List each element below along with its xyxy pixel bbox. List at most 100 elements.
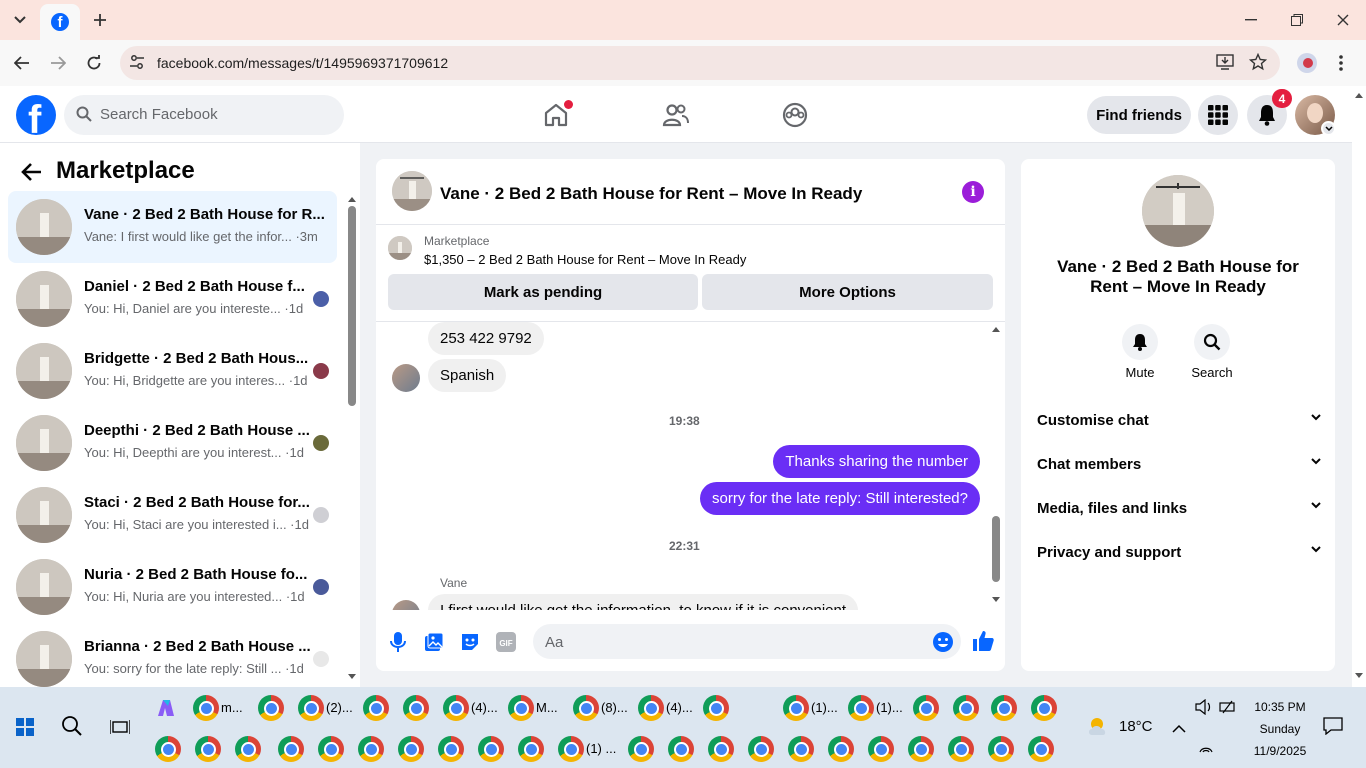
- battery-icon[interactable]: [1219, 700, 1237, 717]
- weather-icon[interactable]: [1086, 715, 1112, 742]
- chrome-window-icon[interactable]: [638, 695, 664, 721]
- chrome-window-icon[interactable]: [708, 736, 734, 762]
- message-bubble-incoming[interactable]: 253 422 9792: [428, 322, 544, 355]
- chrome-window-icon[interactable]: [1031, 695, 1057, 721]
- conversation-item[interactable]: Deepthi · 2 Bed 2 Bath House ... You: Hi,…: [8, 407, 337, 479]
- chrome-window-icon[interactable]: [1028, 736, 1054, 762]
- browser-menu-icon[interactable]: [1338, 54, 1344, 75]
- chrome-window-icon[interactable]: [298, 695, 324, 721]
- sticker-button[interactable]: [459, 631, 481, 653]
- chat-scrollbar[interactable]: [991, 322, 1001, 608]
- task-view-icon[interactable]: [109, 718, 131, 739]
- attach-photo-button[interactable]: [423, 631, 445, 653]
- copilot-icon[interactable]: [154, 696, 178, 723]
- chrome-window-icon[interactable]: [363, 695, 389, 721]
- new-tab-button[interactable]: [88, 8, 112, 32]
- chrome-window-icon[interactable]: [518, 736, 544, 762]
- message-bubble-incoming[interactable]: I first would like get the information, …: [428, 594, 859, 610]
- marketplace-listing-thumbnail[interactable]: [388, 236, 412, 260]
- chrome-window-icon[interactable]: [953, 695, 979, 721]
- conversation-item[interactable]: Brianna · 2 Bed 2 Bath House ... You: sor…: [8, 623, 337, 695]
- chrome-window-icon[interactable]: [573, 695, 599, 721]
- restore-button[interactable]: [1274, 0, 1320, 40]
- reload-button[interactable]: [82, 51, 106, 75]
- chrome-window-icon[interactable]: [193, 695, 219, 721]
- chrome-window-icon[interactable]: [703, 695, 729, 721]
- chrome-window-icon[interactable]: [991, 695, 1017, 721]
- url-text[interactable]: facebook.com/messages/t/1495969371709612: [157, 55, 448, 71]
- tab-search-dropdown[interactable]: [8, 8, 32, 32]
- chrome-window-icon[interactable]: [668, 736, 694, 762]
- message-bubble-outgoing[interactable]: sorry for the late reply: Still interest…: [700, 482, 980, 515]
- chrome-window-icon[interactable]: [443, 695, 469, 721]
- message-bubble-outgoing[interactable]: Thanks sharing the number: [773, 445, 980, 478]
- weather-temperature[interactable]: 18°C: [1119, 718, 1153, 735]
- back-arrow-icon[interactable]: [20, 160, 44, 184]
- chrome-window-icon[interactable]: [848, 695, 874, 721]
- sender-avatar[interactable]: [392, 600, 420, 610]
- system-clock[interactable]: 10:35 PM Sunday 11/9/2025: [1240, 696, 1320, 762]
- chat-listing-thumbnail[interactable]: [392, 171, 432, 211]
- chrome-window-icon[interactable]: [783, 695, 809, 721]
- notification-center-icon[interactable]: [1323, 717, 1343, 738]
- chrome-window-icon[interactable]: [478, 736, 504, 762]
- chrome-window-icon[interactable]: [358, 736, 384, 762]
- menu-button[interactable]: [1198, 95, 1238, 135]
- nav-groups[interactable]: [778, 98, 812, 132]
- site-info-icon[interactable]: [128, 53, 146, 74]
- media-files-links-section[interactable]: Media, files and links: [1037, 500, 1321, 517]
- listing-title[interactable]: $1,350 – 2 Bed 2 Bath House for Rent – M…: [424, 252, 746, 267]
- gif-button[interactable]: GIF: [495, 631, 517, 653]
- chrome-window-icon[interactable]: [258, 695, 284, 721]
- browser-tab-facebook[interactable]: f: [40, 4, 80, 40]
- forward-button[interactable]: [46, 51, 70, 75]
- privacy-support-section[interactable]: Privacy and support: [1037, 544, 1321, 561]
- page-scrollbar[interactable]: [1352, 86, 1366, 687]
- conversation-item[interactable]: Vane · 2 Bed 2 Bath House for R... Vane: …: [8, 191, 337, 263]
- chrome-window-icon[interactable]: [403, 695, 429, 721]
- conversation-item[interactable]: Staci · 2 Bed 2 Bath House for... You: Hi…: [8, 479, 337, 551]
- chevron-up-icon[interactable]: [1172, 720, 1186, 736]
- chrome-window-icon[interactable]: [438, 736, 464, 762]
- chrome-window-icon[interactable]: [788, 736, 814, 762]
- info-icon[interactable]: i: [962, 181, 984, 203]
- chrome-window-icon[interactable]: [508, 695, 534, 721]
- chrome-window-icon[interactable]: [748, 736, 774, 762]
- voice-clip-button[interactable]: [387, 631, 409, 653]
- sender-avatar[interactable]: [392, 364, 420, 392]
- details-listing-thumbnail[interactable]: [1142, 175, 1214, 247]
- minimize-button[interactable]: [1228, 0, 1274, 40]
- conversation-item[interactable]: Bridgette · 2 Bed 2 Bath Hous... You: Hi,…: [8, 335, 337, 407]
- nav-friends[interactable]: [659, 98, 693, 132]
- chrome-window-icon[interactable]: [318, 736, 344, 762]
- chrome-window-icon[interactable]: [828, 736, 854, 762]
- chrome-window-icon[interactable]: [628, 736, 654, 762]
- mark-as-pending-button[interactable]: Mark as pending: [388, 274, 698, 310]
- message-input[interactable]: [533, 624, 961, 659]
- install-app-icon[interactable]: [1216, 54, 1234, 73]
- taskbar-search-icon[interactable]: [61, 715, 83, 740]
- chat-title[interactable]: Vane · 2 Bed 2 Bath House for Rent – Mov…: [440, 184, 862, 204]
- chrome-window-icon[interactable]: [398, 736, 424, 762]
- chrome-window-icon[interactable]: [868, 736, 894, 762]
- emoji-icon[interactable]: [932, 631, 954, 656]
- chrome-window-icon[interactable]: [155, 736, 181, 762]
- chrome-window-icon[interactable]: [195, 736, 221, 762]
- chat-members-section[interactable]: Chat members: [1037, 456, 1321, 473]
- left-scrollbar[interactable]: [347, 193, 357, 683]
- chrome-window-icon[interactable]: [558, 736, 584, 762]
- volume-icon[interactable]: [1195, 698, 1213, 718]
- chrome-window-icon[interactable]: [908, 736, 934, 762]
- chrome-window-icon[interactable]: [948, 736, 974, 762]
- find-friends-button[interactable]: Find friends: [1087, 96, 1191, 134]
- thumbs-up-icon[interactable]: [971, 629, 995, 656]
- mute-button[interactable]: [1122, 324, 1158, 360]
- back-button[interactable]: [10, 51, 34, 75]
- message-bubble-incoming[interactable]: Spanish: [428, 359, 507, 392]
- customise-chat-section[interactable]: Customise chat: [1037, 412, 1321, 429]
- facebook-logo[interactable]: f: [16, 95, 56, 135]
- chrome-window-icon[interactable]: [235, 736, 261, 762]
- profile-avatar-icon[interactable]: [1297, 53, 1317, 73]
- close-window-button[interactable]: [1320, 0, 1366, 40]
- conversation-item[interactable]: Daniel · 2 Bed 2 Bath House f... You: Hi,…: [8, 263, 337, 335]
